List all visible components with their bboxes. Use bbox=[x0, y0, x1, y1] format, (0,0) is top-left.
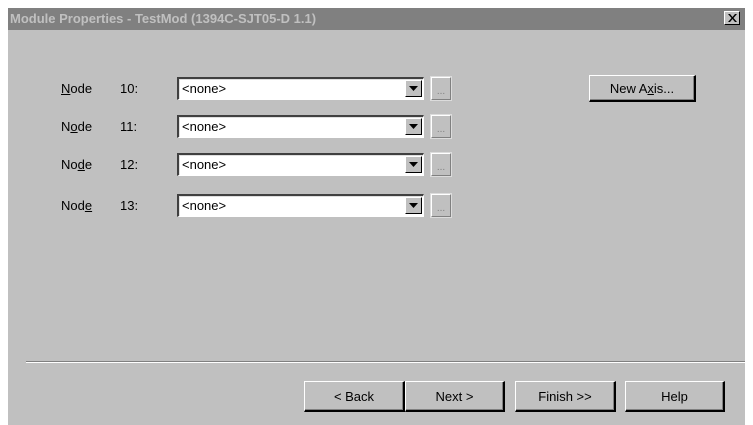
node-12-dropdown-button[interactable] bbox=[405, 156, 422, 173]
node-13-axis-value: <none> bbox=[182, 198, 227, 213]
node-label-13: Node bbox=[61, 198, 92, 213]
node-11-axis-value: <none> bbox=[182, 119, 227, 134]
back-button[interactable]: < Back bbox=[304, 381, 405, 412]
ellipsis-label: ... bbox=[436, 124, 446, 135]
node-label-access-key: e bbox=[84, 198, 93, 213]
node-10-axis-select[interactable]: <none> bbox=[177, 77, 424, 100]
module-properties-dialog: Module Properties - TestMod (1394C-SJT05… bbox=[8, 8, 745, 425]
finish-button-label: Finish >> bbox=[538, 389, 592, 404]
back-button-label: < Back bbox=[333, 389, 375, 404]
node-12-browse-button[interactable]: ... bbox=[430, 152, 452, 177]
node-11-browse-button[interactable]: ... bbox=[430, 114, 452, 139]
node-13-browse-button[interactable]: ... bbox=[430, 193, 452, 218]
node-label-suffix: de bbox=[77, 119, 93, 134]
help-button[interactable]: Help bbox=[625, 381, 725, 412]
chevron-down-icon bbox=[409, 162, 418, 167]
node-label-10: Node bbox=[61, 81, 92, 96]
next-button[interactable]: Next > bbox=[405, 381, 505, 412]
node-number-13: 13: bbox=[120, 198, 139, 213]
ellipsis-label: ... bbox=[436, 86, 446, 97]
node-label-prefix: Nod bbox=[61, 198, 85, 213]
title-bar: Module Properties - TestMod (1394C-SJT05… bbox=[8, 8, 745, 30]
node-label-access-key: d bbox=[77, 157, 85, 172]
node-13-dropdown-button[interactable] bbox=[405, 197, 422, 214]
chevron-down-icon bbox=[409, 86, 418, 91]
node-10-axis-value: <none> bbox=[182, 81, 227, 96]
close-icon bbox=[728, 14, 737, 22]
node-label-suffix: e bbox=[84, 157, 93, 172]
chevron-down-icon bbox=[409, 203, 418, 208]
ellipsis-label: ... bbox=[436, 162, 446, 173]
help-button-label: Help bbox=[661, 389, 688, 404]
window-title: Module Properties - TestMod (1394C-SJT05… bbox=[10, 11, 317, 26]
node-label-access-key: o bbox=[70, 119, 78, 134]
node-11-dropdown-button[interactable] bbox=[405, 118, 422, 135]
node-number-10: 10: bbox=[120, 81, 139, 96]
footer-separator bbox=[26, 361, 745, 363]
next-button-label: Next > bbox=[435, 389, 474, 404]
node-13-axis-select[interactable]: <none> bbox=[177, 194, 424, 217]
chevron-down-icon bbox=[409, 124, 418, 129]
close-button[interactable] bbox=[724, 11, 740, 25]
node-label-suffix: ode bbox=[70, 81, 93, 96]
finish-button[interactable]: Finish >> bbox=[515, 381, 616, 412]
node-label-prefix: N bbox=[61, 119, 71, 134]
node-12-axis-select[interactable]: <none> bbox=[177, 153, 424, 176]
node-12-axis-value: <none> bbox=[182, 157, 227, 172]
ellipsis-label: ... bbox=[436, 203, 446, 214]
node-10-browse-button[interactable]: ... bbox=[430, 76, 452, 101]
node-11-axis-select[interactable]: <none> bbox=[177, 115, 424, 138]
new-axis-button[interactable]: New Axis... bbox=[589, 75, 696, 102]
node-label-12: Node bbox=[61, 157, 92, 172]
node-label-access-key: N bbox=[61, 81, 71, 96]
node-number-12: 12: bbox=[120, 157, 139, 172]
node-label-11: Node bbox=[61, 119, 92, 134]
node-number-11: 11: bbox=[120, 119, 138, 134]
node-label-prefix: No bbox=[61, 157, 78, 172]
node-10-dropdown-button[interactable] bbox=[405, 80, 422, 97]
new-axis-label: New Axis... bbox=[609, 81, 675, 96]
